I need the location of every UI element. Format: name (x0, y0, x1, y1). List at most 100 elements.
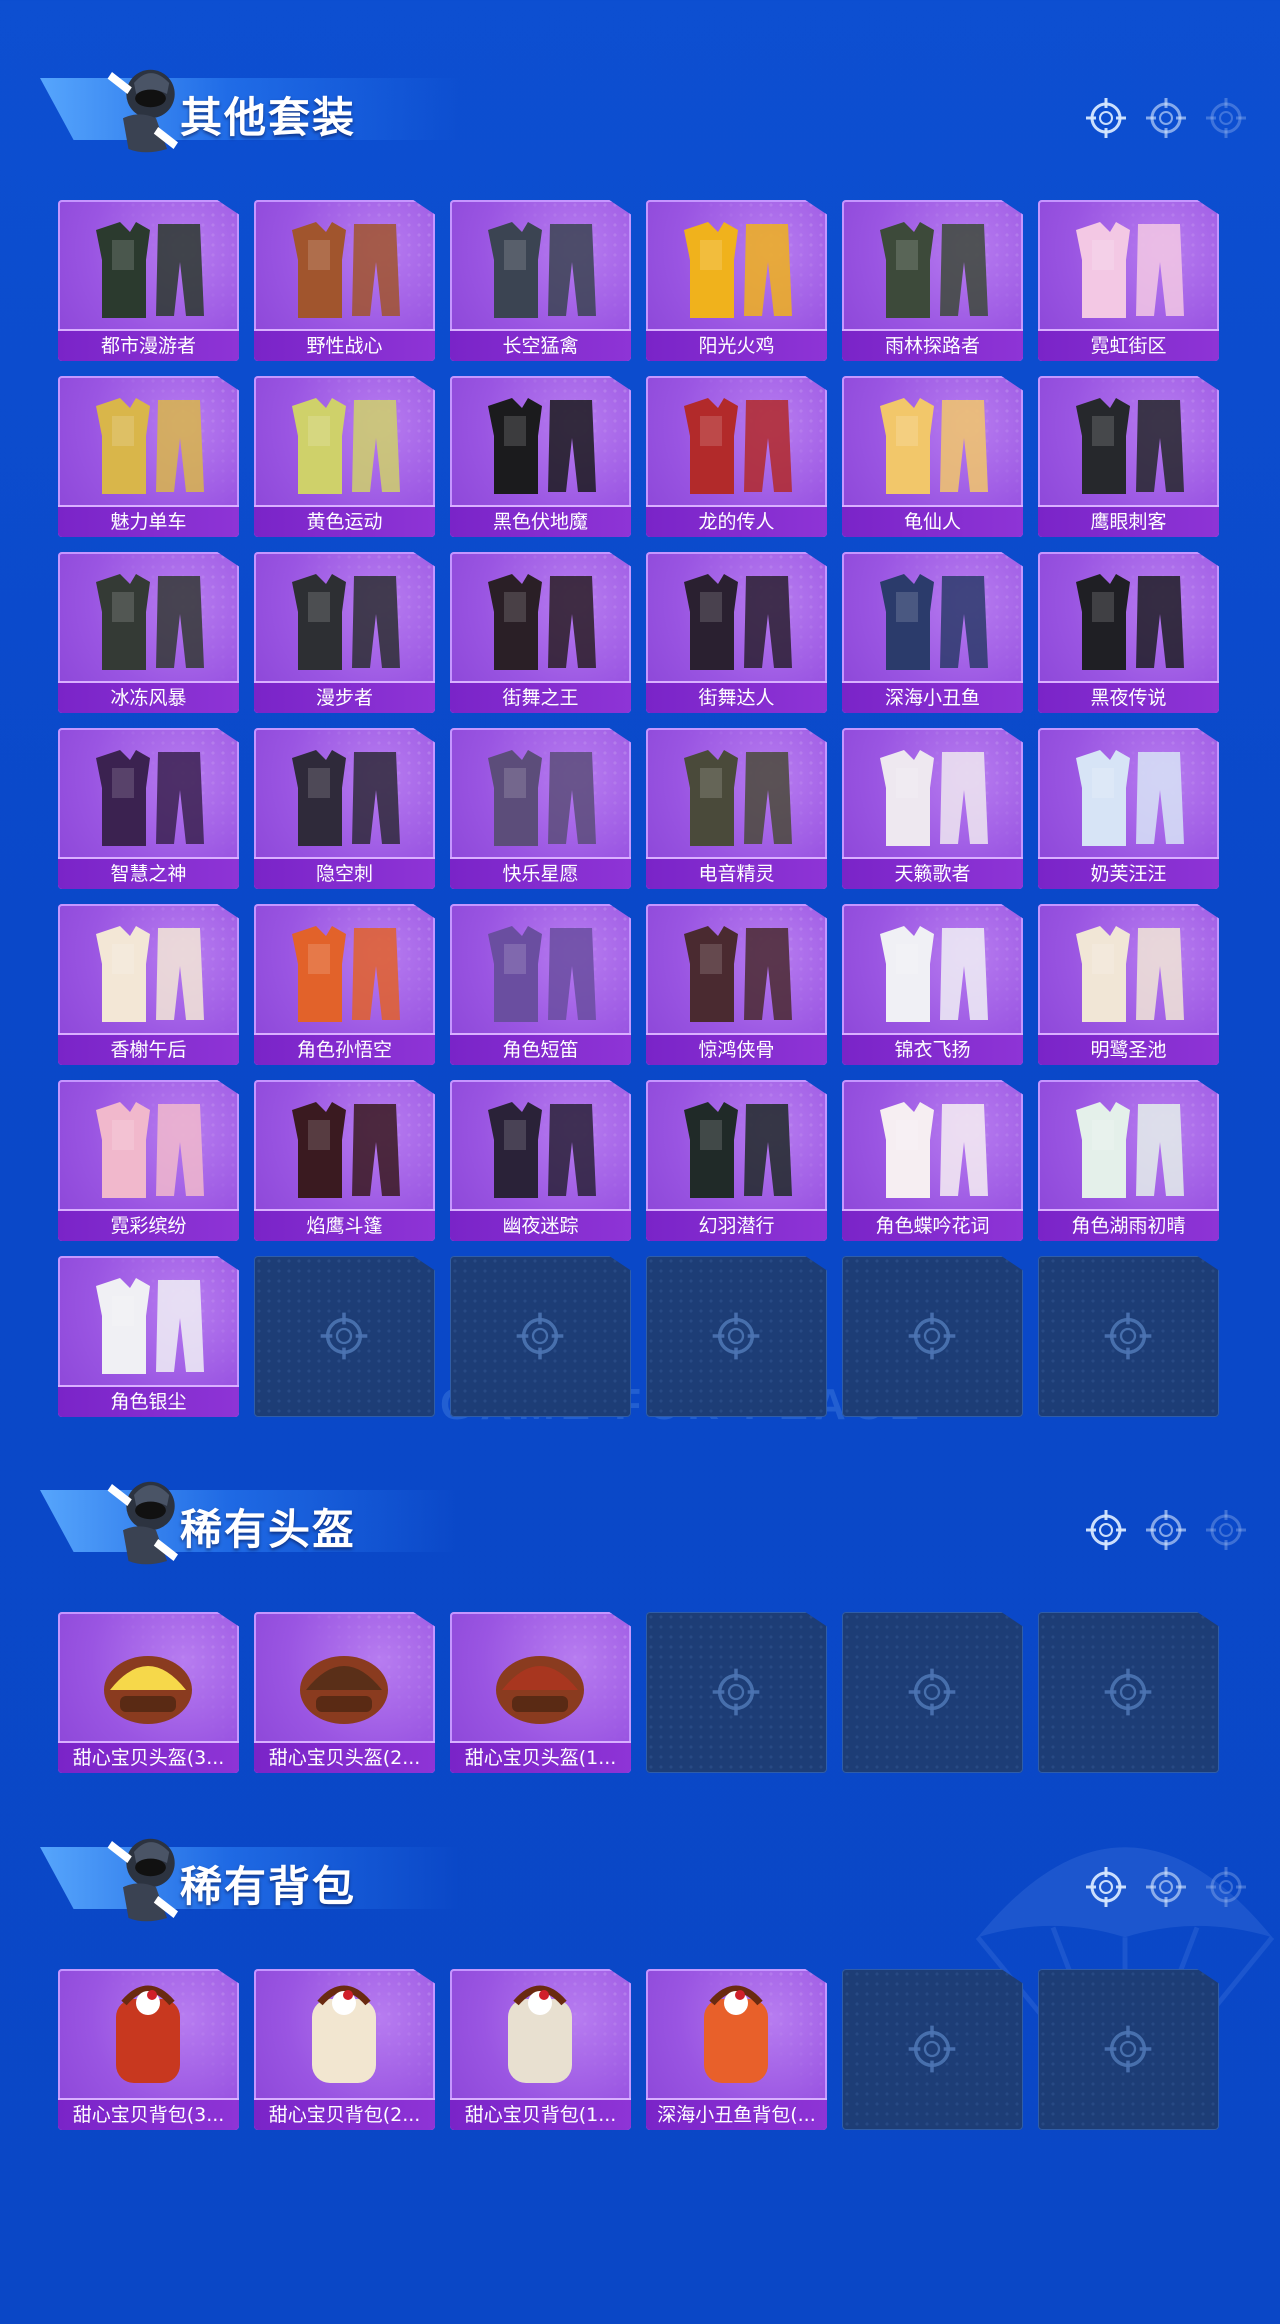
outfit-thumbnail-icon (292, 398, 400, 494)
outfit-thumbnail-icon (684, 926, 792, 1022)
crosshair-icon (1100, 2021, 1156, 2077)
outfit-thumbnail-icon (96, 1278, 204, 1374)
item-label: 黄色运动 (254, 505, 435, 537)
crosshair-decoration (1082, 94, 1250, 142)
item-label: 漫步者 (254, 681, 435, 713)
empty-slot (254, 1256, 435, 1417)
item-card[interactable]: 角色孙悟空 (254, 904, 435, 1065)
item-card[interactable]: 鹰眼刺客 (1038, 376, 1219, 537)
item-label: 甜心宝贝背包(2... (254, 2098, 435, 2130)
item-card[interactable]: 雨林探路者 (842, 200, 1023, 361)
item-card[interactable]: 都市漫游者 (58, 200, 239, 361)
outfit-thumbnail-icon (488, 222, 596, 318)
item-card[interactable]: 天籁歌者 (842, 728, 1023, 889)
outfit-thumbnail-icon (96, 574, 204, 670)
item-label: 深海小丑鱼背包(... (646, 2098, 827, 2130)
outfit-thumbnail-icon (880, 222, 988, 318)
section-rare-helmets: 稀有头盔 甜心宝贝头盔(3... 甜心宝贝头盔(2... 甜心宝贝头盔(1... (0, 1462, 1280, 1782)
item-card[interactable]: 冰冻风暴 (58, 552, 239, 713)
item-card[interactable]: 黄色运动 (254, 376, 435, 537)
item-card[interactable]: 霓虹街区 (1038, 200, 1219, 361)
item-card[interactable]: 街舞达人 (646, 552, 827, 713)
crosshair-icon (1142, 1506, 1190, 1554)
item-card[interactable]: 智慧之神 (58, 728, 239, 889)
item-card[interactable]: 龟仙人 (842, 376, 1023, 537)
outfit-thumbnail-icon (292, 750, 400, 846)
item-card[interactable]: 幻羽潜行 (646, 1080, 827, 1241)
crosshair-icon (708, 1308, 764, 1364)
item-card[interactable]: 角色短笛 (450, 904, 631, 1065)
outfit-thumbnail-icon (292, 574, 400, 670)
section-rare-backpacks: 稀有背包 甜心宝贝背包(3... 甜心宝贝背包(2... 甜心宝贝背包(1... 深海… (0, 1819, 1280, 2139)
outfit-thumbnail-icon (1076, 926, 1184, 1022)
item-card[interactable]: 甜心宝贝头盔(1... (450, 1612, 631, 1773)
item-label: 龟仙人 (842, 505, 1023, 537)
item-card[interactable]: 深海小丑鱼 (842, 552, 1023, 713)
crosshair-icon (1202, 1506, 1250, 1554)
item-card[interactable]: 明鹭圣池 (1038, 904, 1219, 1065)
item-card[interactable]: 甜心宝贝背包(2... (254, 1969, 435, 2130)
item-card[interactable]: 电音精灵 (646, 728, 827, 889)
helmet-thumbnail-icon (496, 1656, 584, 1724)
item-card[interactable]: 香榭午后 (58, 904, 239, 1065)
outfit-thumbnail-icon (488, 750, 596, 846)
helmet-thumbnail-icon (300, 1656, 388, 1724)
item-card[interactable]: 隐空刺 (254, 728, 435, 889)
item-label: 惊鸿侠骨 (646, 1033, 827, 1065)
item-card[interactable]: 惊鸿侠骨 (646, 904, 827, 1065)
item-card[interactable]: 龙的传人 (646, 376, 827, 537)
crosshair-icon (1202, 94, 1250, 142)
outfit-thumbnail-icon (684, 750, 792, 846)
item-card[interactable]: 快乐星愿 (450, 728, 631, 889)
section-title: 其他套装 (180, 93, 357, 142)
empty-slot (1038, 1612, 1219, 1773)
item-card[interactable]: 角色银尘 (58, 1256, 239, 1417)
item-card[interactable]: 漫步者 (254, 552, 435, 713)
section-header: 稀有头盔 (30, 1462, 460, 1565)
outfit-thumbnail-icon (96, 398, 204, 494)
item-card[interactable]: 奶芙汪汪 (1038, 728, 1219, 889)
item-label: 街舞之王 (450, 681, 631, 713)
crosshair-icon (904, 2021, 960, 2077)
outfit-thumbnail-icon (684, 222, 792, 318)
item-label: 甜心宝贝头盔(2... (254, 1741, 435, 1773)
outfit-thumbnail-icon (684, 574, 792, 670)
item-card[interactable]: 霓彩缤纷 (58, 1080, 239, 1241)
crosshair-icon (708, 1664, 764, 1720)
item-card[interactable]: 焰鹰斗篷 (254, 1080, 435, 1241)
empty-slot (842, 1612, 1023, 1773)
item-label: 明鹭圣池 (1038, 1033, 1219, 1065)
item-label: 焰鹰斗篷 (254, 1209, 435, 1241)
crosshair-icon (1142, 94, 1190, 142)
item-card[interactable]: 阳光火鸡 (646, 200, 827, 361)
item-label: 天籁歌者 (842, 857, 1023, 889)
item-label: 香榭午后 (58, 1033, 239, 1065)
crosshair-icon (1142, 1863, 1190, 1911)
item-card[interactable]: 魅力单车 (58, 376, 239, 537)
item-label: 冰冻风暴 (58, 681, 239, 713)
item-card[interactable]: 锦衣飞扬 (842, 904, 1023, 1065)
item-card[interactable]: 角色蝶吟花词 (842, 1080, 1023, 1241)
item-label: 智慧之神 (58, 857, 239, 889)
item-card[interactable]: 甜心宝贝头盔(3... (58, 1612, 239, 1773)
empty-slot (450, 1256, 631, 1417)
outfit-thumbnail-icon (880, 750, 988, 846)
item-card[interactable]: 甜心宝贝头盔(2... (254, 1612, 435, 1773)
outfit-thumbnail-icon (684, 398, 792, 494)
section-other-outfits: 其他套装 都市漫游者 野性战心 长空猛禽 阳光火鸡 雨林探路者 霓虹街区 魅力单车 黄色运动黑… (0, 50, 1280, 1430)
item-card[interactable]: 黑夜传说 (1038, 552, 1219, 713)
item-card[interactable]: 深海小丑鱼背包(... (646, 1969, 827, 2130)
item-card[interactable]: 长空猛禽 (450, 200, 631, 361)
item-grid: 都市漫游者 野性战心 长空猛禽 阳光火鸡 雨林探路者 霓虹街区魅力单车 黄色运动 黑色伏地魔龙… (58, 200, 1219, 1417)
item-card[interactable]: 街舞之王 (450, 552, 631, 713)
crosshair-icon (904, 1664, 960, 1720)
item-card[interactable]: 甜心宝贝背包(3... (58, 1969, 239, 2130)
outfit-thumbnail-icon (292, 222, 400, 318)
item-label: 霓彩缤纷 (58, 1209, 239, 1241)
item-card[interactable]: 角色湖雨初晴 (1038, 1080, 1219, 1241)
item-card[interactable]: 甜心宝贝背包(1... (450, 1969, 631, 2130)
item-card[interactable]: 黑色伏地魔 (450, 376, 631, 537)
item-card[interactable]: 幽夜迷踪 (450, 1080, 631, 1241)
item-card[interactable]: 野性战心 (254, 200, 435, 361)
item-label: 角色短笛 (450, 1033, 631, 1065)
